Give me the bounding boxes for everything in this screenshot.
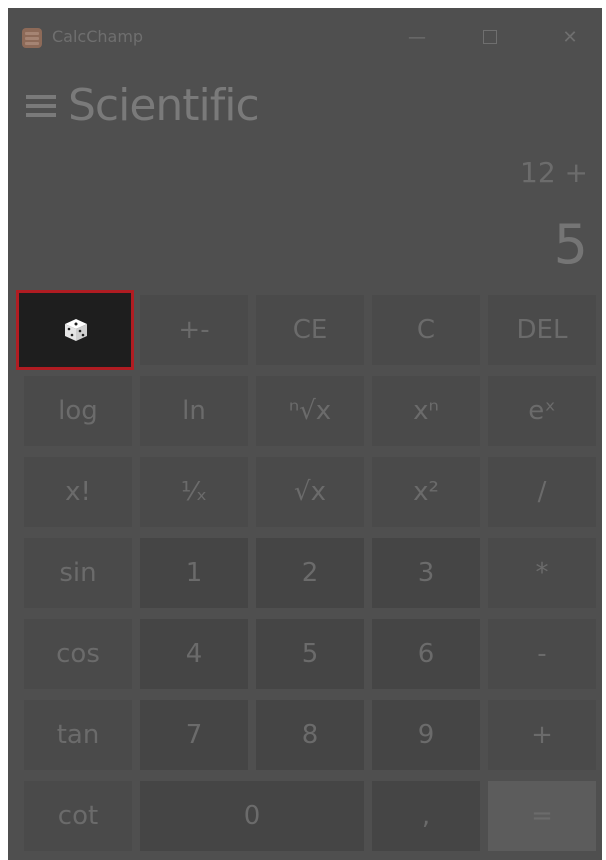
plus-minus-button[interactable]: +- xyxy=(140,295,248,365)
clear-entry-button[interactable]: CE xyxy=(256,295,364,365)
delete-button[interactable]: DEL xyxy=(488,295,596,365)
digit-6-button[interactable]: 6 xyxy=(372,619,480,689)
cot-button[interactable]: cot xyxy=(24,781,132,851)
menu-button[interactable] xyxy=(26,95,56,117)
square-button[interactable]: x² xyxy=(372,457,480,527)
close-button[interactable]: ✕ xyxy=(547,18,593,58)
clear-button[interactable]: C xyxy=(372,295,480,365)
digit-8-button[interactable]: 8 xyxy=(256,700,364,770)
minimize-icon: — xyxy=(408,27,426,48)
reciprocal-button[interactable]: ¹⁄ₓ xyxy=(140,457,248,527)
dice-icon xyxy=(65,319,87,341)
factorial-button[interactable]: x! xyxy=(24,457,132,527)
title-bar[interactable]: CalcChamp — ✕ xyxy=(8,8,602,68)
hamburger-icon xyxy=(26,95,56,99)
mode-title: Scientific xyxy=(68,80,260,131)
maximize-button[interactable] xyxy=(469,18,515,58)
sin-button[interactable]: sin xyxy=(24,538,132,608)
digit-0-button[interactable]: 0 xyxy=(140,781,364,851)
ln-button[interactable]: ln xyxy=(140,376,248,446)
digit-1-button[interactable]: 1 xyxy=(140,538,248,608)
calculator-window: CalcChamp — ✕ Scientific 12 + 5 +- CE C … xyxy=(8,8,602,860)
nth-root-button[interactable]: ⁿ√x xyxy=(256,376,364,446)
random-button[interactable] xyxy=(16,290,134,370)
maximize-icon xyxy=(483,30,497,44)
tan-button[interactable]: tan xyxy=(24,700,132,770)
digit-9-button[interactable]: 9 xyxy=(372,700,480,770)
calculator-app-icon xyxy=(22,28,42,48)
square-root-button[interactable]: √x xyxy=(256,457,364,527)
log-button[interactable]: log xyxy=(24,376,132,446)
divide-button[interactable]: / xyxy=(488,457,596,527)
multiply-button[interactable]: * xyxy=(488,538,596,608)
equals-button[interactable]: = xyxy=(488,781,596,851)
minimize-button[interactable]: — xyxy=(394,18,440,58)
digit-4-button[interactable]: 4 xyxy=(140,619,248,689)
result-display: 5 xyxy=(553,213,588,276)
close-icon: ✕ xyxy=(562,27,578,48)
e-power-x-button[interactable]: eˣ xyxy=(488,376,596,446)
expression-display: 12 + xyxy=(520,156,588,189)
minus-button[interactable]: - xyxy=(488,619,596,689)
digit-5-button[interactable]: 5 xyxy=(256,619,364,689)
digit-3-button[interactable]: 3 xyxy=(372,538,480,608)
digit-2-button[interactable]: 2 xyxy=(256,538,364,608)
cos-button[interactable]: cos xyxy=(24,619,132,689)
plus-button[interactable]: + xyxy=(488,700,596,770)
digit-7-button[interactable]: 7 xyxy=(140,700,248,770)
comma-button[interactable]: , xyxy=(372,781,480,851)
app-title: CalcChamp xyxy=(52,27,144,46)
x-power-n-button[interactable]: xⁿ xyxy=(372,376,480,446)
